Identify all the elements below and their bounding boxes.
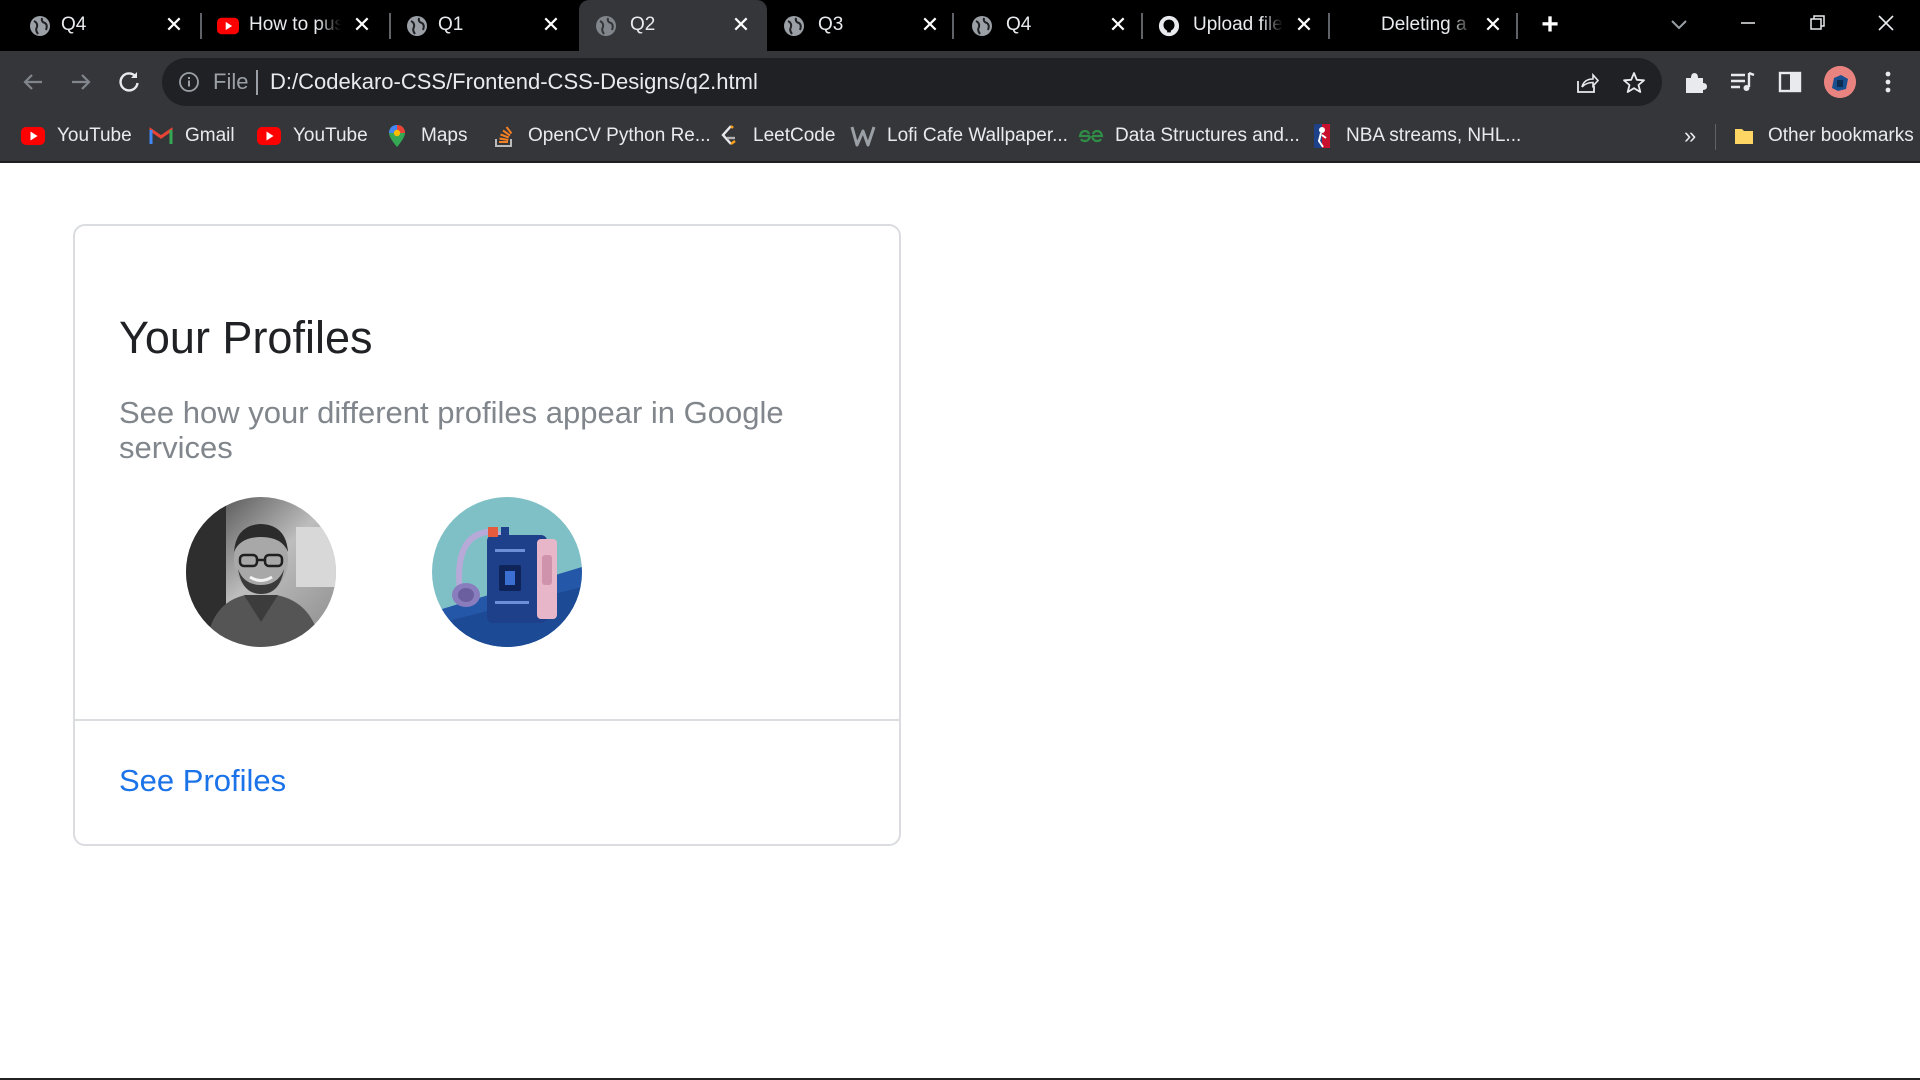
window-close-icon[interactable] bbox=[1871, 8, 1901, 38]
tab-q2-active[interactable]: Q2 ✕ bbox=[579, 0, 767, 51]
see-profiles-link[interactable]: See Profiles bbox=[119, 763, 286, 799]
star-icon[interactable] bbox=[1621, 70, 1647, 96]
gfg-icon bbox=[1078, 125, 1104, 147]
reload-icon[interactable] bbox=[114, 67, 144, 97]
tab-title: Q2 bbox=[630, 14, 656, 35]
bookmark-other-bookmarks[interactable]: Other bookmarks bbox=[1731, 122, 1914, 150]
folder-icon bbox=[1731, 125, 1757, 147]
maps-icon bbox=[384, 125, 410, 147]
tab-deleting-repo[interactable]: Deleting a repository ✕ bbox=[1330, 0, 1520, 51]
bookmark-label: Maps bbox=[421, 125, 468, 146]
tab-title: Upload files bbox=[1193, 14, 1283, 35]
tab-search-chevron-icon[interactable] bbox=[1664, 10, 1694, 40]
tab-youtube[interactable]: How to push ✕ bbox=[188, 0, 378, 51]
profile-photo-cassette-player bbox=[432, 497, 582, 647]
card-divider bbox=[75, 719, 899, 721]
bookmark-label: YouTube bbox=[293, 125, 368, 146]
url-text[interactable]: D:/Codekaro-CSS/Frontend-CSS-Designs/q2.… bbox=[270, 70, 758, 94]
close-icon[interactable]: ✕ bbox=[919, 14, 941, 36]
bookmark-lofi-cafe[interactable]: Lofi Cafe Wallpaper... bbox=[850, 122, 1068, 150]
tab-title: How to push bbox=[249, 14, 341, 35]
close-icon[interactable]: ✕ bbox=[1107, 14, 1129, 36]
bookmark-label: Other bookmarks bbox=[1768, 125, 1914, 146]
profiles-card: Your Profiles See how your different pro… bbox=[73, 224, 901, 846]
new-tab-button[interactable]: + bbox=[1535, 10, 1565, 41]
bookmark-youtube-2[interactable]: YouTube bbox=[256, 122, 368, 150]
url-scheme-label: File bbox=[213, 69, 249, 94]
globe-icon bbox=[783, 15, 805, 37]
media-queue-icon[interactable] bbox=[1728, 68, 1756, 96]
tab-upload-files[interactable]: Upload files ✕ bbox=[1141, 0, 1331, 51]
menu-kebab-icon[interactable] bbox=[1874, 68, 1902, 96]
tab-title: Deleting a repository bbox=[1381, 14, 1473, 35]
tab-title: Q1 bbox=[438, 14, 464, 35]
bookmark-label: Data Structures and... bbox=[1115, 125, 1300, 146]
youtube-icon bbox=[20, 125, 46, 147]
bookmark-youtube-1[interactable]: YouTube bbox=[20, 122, 132, 150]
tab-title: Q4 bbox=[61, 14, 87, 35]
github-icon bbox=[1158, 15, 1180, 37]
bookmark-data-structures[interactable]: Data Structures and... bbox=[1078, 122, 1300, 150]
bookmark-label: Lofi Cafe Wallpaper... bbox=[887, 125, 1068, 146]
tab-q3[interactable]: Q3 ✕ bbox=[765, 0, 955, 51]
card-title: Your Profiles bbox=[119, 312, 373, 363]
bookmark-maps[interactable]: Maps bbox=[384, 122, 467, 150]
bookmark-label: LeetCode bbox=[753, 125, 836, 146]
close-icon[interactable]: ✕ bbox=[351, 14, 373, 36]
close-icon[interactable]: ✕ bbox=[730, 14, 752, 36]
bookmark-opencv[interactable]: OpenCV Python Re... bbox=[491, 122, 711, 150]
bookmark-gmail[interactable]: Gmail bbox=[148, 122, 235, 150]
gmail-icon bbox=[148, 125, 174, 147]
close-icon[interactable]: ✕ bbox=[163, 14, 185, 36]
bookmark-label: OpenCV Python Re... bbox=[528, 125, 711, 146]
bookmark-nba-streams[interactable]: NBA streams, NHL... bbox=[1309, 122, 1521, 150]
bookmark-label: NBA streams, NHL... bbox=[1346, 125, 1522, 146]
side-panel-icon[interactable] bbox=[1776, 68, 1804, 96]
stackoverflow-icon bbox=[491, 125, 517, 147]
profile-avatar-icon[interactable] bbox=[1824, 66, 1856, 98]
tab-separator bbox=[1516, 13, 1518, 39]
bookmarks-separator bbox=[1715, 124, 1716, 150]
info-icon[interactable] bbox=[178, 71, 200, 93]
close-icon[interactable]: ✕ bbox=[1482, 14, 1504, 36]
youtube-icon bbox=[256, 125, 282, 147]
card-subtitle: See how your different profiles appear i… bbox=[119, 395, 784, 465]
tab-q4-first[interactable]: Q4 ✕ bbox=[0, 0, 190, 51]
tab-title: Q4 bbox=[1006, 14, 1032, 35]
tab-q1[interactable]: Q1 ✕ bbox=[377, 0, 567, 51]
profile-photo-person bbox=[186, 497, 336, 647]
nba-icon bbox=[1309, 124, 1335, 148]
leetcode-icon bbox=[716, 125, 742, 147]
globe-icon bbox=[971, 15, 993, 37]
extensions-puzzle-icon[interactable] bbox=[1681, 68, 1709, 96]
globe-icon bbox=[29, 15, 51, 37]
bookmark-label: YouTube bbox=[57, 125, 132, 146]
bookmark-label: Gmail bbox=[185, 125, 235, 146]
restore-icon[interactable] bbox=[1802, 8, 1832, 38]
wallpaper-icon bbox=[850, 125, 876, 147]
back-arrow-icon[interactable] bbox=[18, 67, 48, 97]
minimize-icon[interactable] bbox=[1733, 8, 1763, 38]
globe-icon bbox=[595, 15, 617, 37]
tab-title: Q3 bbox=[818, 14, 844, 35]
share-icon[interactable] bbox=[1574, 70, 1600, 96]
youtube-icon bbox=[217, 15, 239, 37]
globe-icon bbox=[406, 15, 428, 37]
close-icon[interactable]: ✕ bbox=[1293, 14, 1315, 36]
bookmarks-overflow-button[interactable]: » bbox=[1684, 122, 1696, 150]
forward-arrow-icon[interactable] bbox=[66, 67, 96, 97]
url-divider bbox=[256, 70, 258, 95]
tab-q4-second[interactable]: Q4 ✕ bbox=[953, 0, 1143, 51]
bookmark-leetcode[interactable]: LeetCode bbox=[716, 122, 835, 150]
close-icon[interactable]: ✕ bbox=[540, 14, 562, 36]
